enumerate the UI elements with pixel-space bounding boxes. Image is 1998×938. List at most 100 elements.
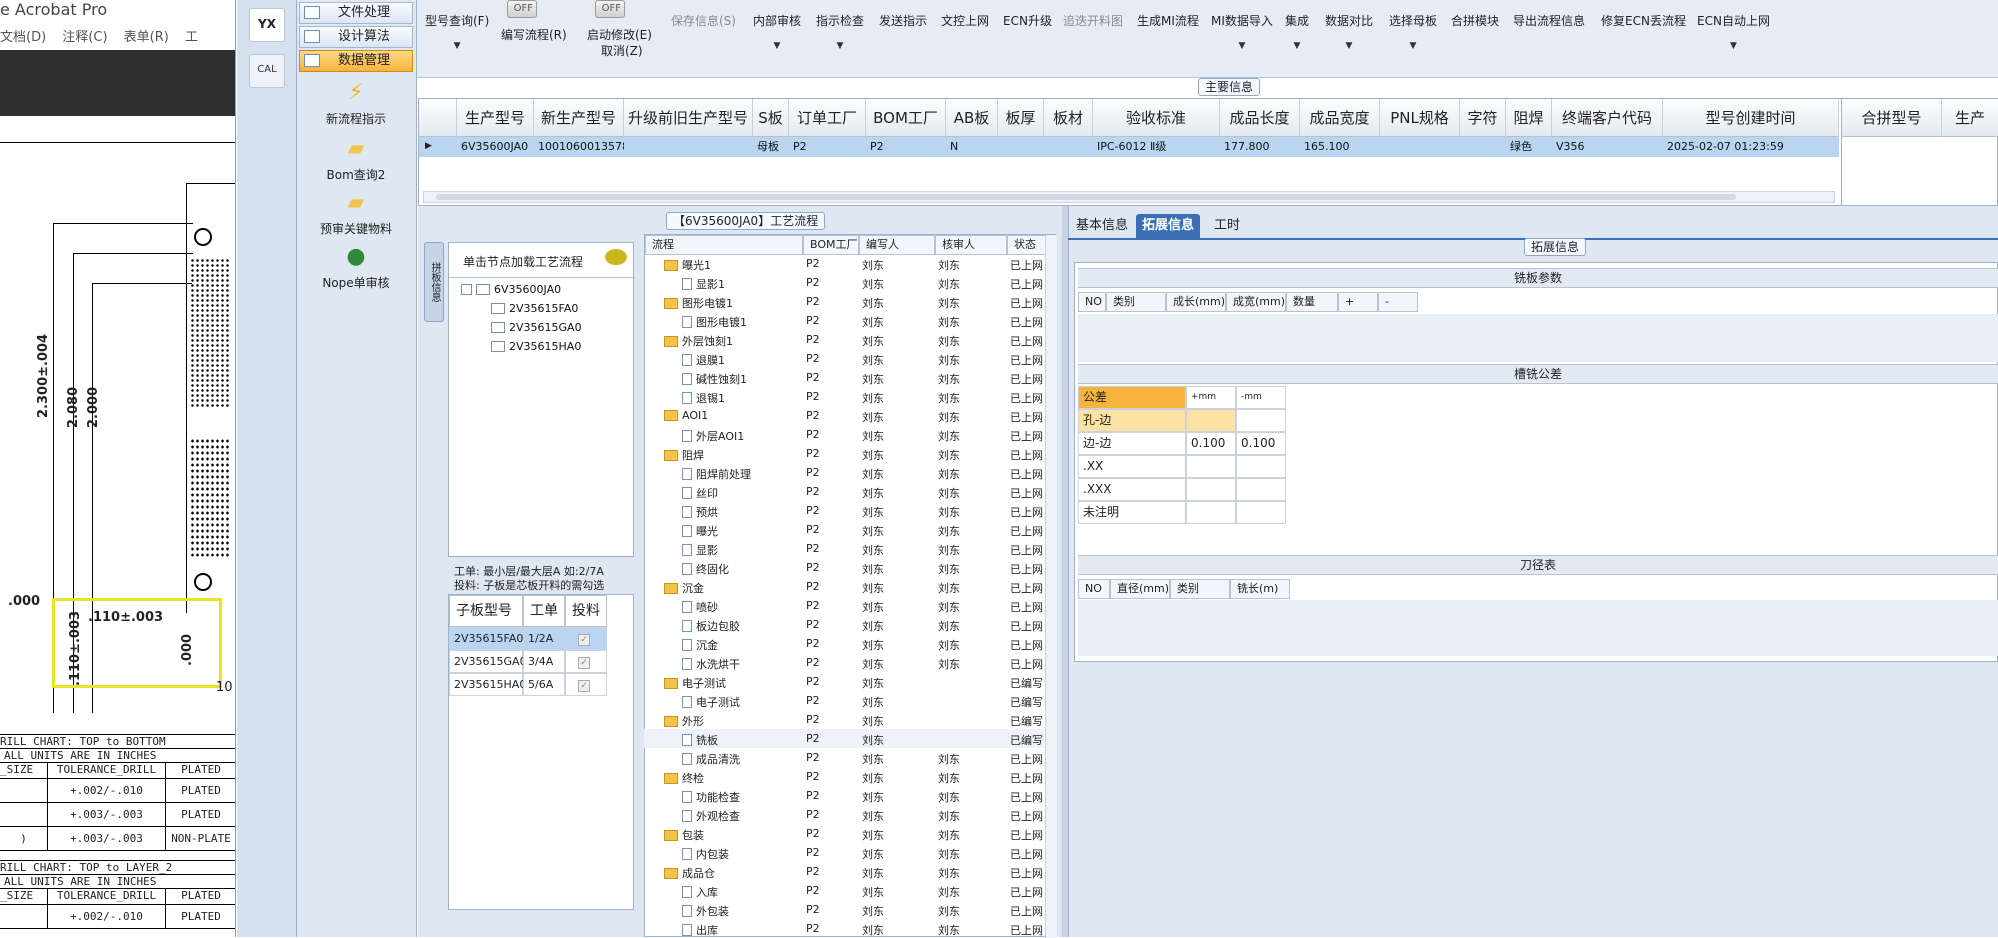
tolerance-cell[interactable] — [1186, 409, 1236, 432]
merge-module-button[interactable]: 合拼模块 — [1451, 12, 1499, 29]
work-order-cell[interactable]: 5/6A — [523, 673, 565, 696]
flow-row[interactable]: 曝光 P2 刘东 刘东 已上网 — [644, 520, 1044, 539]
flow-row[interactable]: 沉金 P2 刘东 刘东 已上网 — [644, 634, 1044, 653]
column-header[interactable]: BOM工厂 — [866, 99, 946, 137]
save-info-button[interactable]: 保存信息(S) — [671, 12, 736, 29]
flow-row[interactable]: 铣板 P2 刘东 已编写 — [644, 729, 1044, 748]
mill-column-header[interactable]: 类别 — [1106, 292, 1166, 312]
tree-child[interactable]: 2V35615FA0 — [491, 302, 578, 315]
export-flow-button[interactable]: 导出流程信息 — [1513, 12, 1585, 29]
tolerance-header[interactable]: -mm — [1236, 386, 1286, 409]
tree-child[interactable]: 2V35615HA0 — [491, 340, 581, 353]
flow-row[interactable]: 内包装 P2 刘东 刘东 已上网 — [644, 843, 1044, 862]
flow-row[interactable]: 水洗烘干 P2 刘东 刘东 已上网 — [644, 653, 1044, 672]
flow-row[interactable]: 预烘 P2 刘东 刘东 已上网 — [644, 501, 1044, 520]
column-header[interactable]: 终端客户代码 — [1552, 99, 1663, 137]
tolerance-cell[interactable] — [1236, 455, 1286, 478]
mill-column-header[interactable]: NO — [1078, 292, 1106, 312]
sub-model-cell[interactable]: 2V35615GA0 — [449, 650, 527, 673]
tolerance-cell[interactable] — [1236, 501, 1286, 524]
flow-row[interactable]: 电子测试 P2 刘东 已编写 — [644, 691, 1044, 710]
generate-mi-flow-button[interactable]: 生成MI流程 — [1137, 12, 1199, 29]
toggle-switch[interactable]: OFF — [507, 0, 537, 18]
flow-row[interactable]: 沉金 P2 刘东 刘东 已上网 — [644, 577, 1044, 596]
flow-row[interactable]: 图形电镀1 P2 刘东 刘东 已上网 — [644, 292, 1044, 311]
ecn-auto-online-button[interactable]: ECN自动上网 ▼ — [1697, 12, 1770, 51]
flow-row[interactable]: 包装 P2 刘东 刘东 已上网 — [644, 824, 1044, 843]
production-header[interactable]: 生产 — [1942, 99, 1998, 137]
column-header[interactable]: 升级前旧生产型号 — [624, 99, 753, 137]
flow-row[interactable]: 外形 P2 刘东 已编写 — [644, 710, 1044, 729]
tolerance-cell[interactable] — [1186, 478, 1236, 501]
internal-review-button[interactable]: 内部审核 ▼ — [753, 12, 801, 51]
mill-column-header[interactable]: 成长(mm) — [1166, 292, 1226, 312]
nav-file-processing[interactable]: 文件处理 — [299, 2, 413, 24]
tab-work-hours[interactable]: 工时 — [1208, 214, 1246, 238]
work-order-cell[interactable]: 3/4A — [523, 650, 565, 673]
tool-column-header[interactable]: NO — [1078, 579, 1110, 599]
select-motherboard-button[interactable]: 选择母板 ▼ — [1389, 12, 1437, 51]
cut-drawing-button[interactable]: 追迭开料图 — [1063, 12, 1123, 29]
tool-column-header[interactable]: 直径(mm) — [1110, 579, 1170, 599]
tolerance-cell[interactable]: 0.100 — [1186, 432, 1236, 455]
flow-row[interactable]: 出库 P2 刘东 刘东 已上网 — [644, 919, 1044, 938]
mill-column-header[interactable]: + — [1338, 292, 1378, 312]
reviewer-header[interactable]: 核审人 — [935, 235, 1007, 255]
doc-online-button[interactable]: 文控上网 — [941, 12, 989, 29]
flow-row[interactable]: 终检 P2 刘东 刘东 已上网 — [644, 767, 1044, 786]
writer-header[interactable]: 编写人 — [859, 235, 935, 255]
flow-header[interactable]: 流程 — [645, 235, 803, 255]
nav-design-algorithm[interactable]: 设计算法 — [299, 26, 413, 48]
flow-row[interactable]: 成品仓 P2 刘东 刘东 已上网 — [644, 862, 1044, 881]
flow-row[interactable]: 功能检查 P2 刘东 刘东 已上网 — [644, 786, 1044, 805]
data-compare-button[interactable]: 数据对比 ▼ — [1325, 12, 1373, 51]
tool-column-header[interactable]: 类别 — [1170, 579, 1230, 599]
column-header[interactable]: 成品长度 — [1220, 99, 1300, 137]
mill-column-header[interactable]: 成宽(mm) — [1226, 292, 1286, 312]
flow-row[interactable]: 入库 P2 刘东 刘东 已上网 — [644, 881, 1044, 900]
flow-row[interactable]: 喷砂 P2 刘东 刘东 已上网 — [644, 596, 1044, 615]
tolerance-cell[interactable] — [1236, 409, 1286, 432]
sub-model-cell[interactable]: 2V35615HA0 — [449, 673, 526, 696]
fix-ecn-flow-button[interactable]: 修复ECN丢流程 — [1601, 12, 1686, 29]
menu-document[interactable]: 文档(D) — [0, 30, 46, 45]
work-order-header[interactable]: 工单 — [523, 595, 565, 627]
mill-column-header[interactable]: 数量 — [1286, 292, 1338, 312]
flow-row[interactable]: 碱性蚀刻1 P2 刘东 刘东 已上网 — [644, 368, 1044, 387]
column-header[interactable]: 订单工厂 — [789, 99, 866, 137]
checkbox[interactable]: ✓ — [578, 634, 590, 646]
flow-row[interactable]: 外观检查 P2 刘东 刘东 已上网 — [644, 805, 1044, 824]
column-header[interactable]: 成品宽度 — [1300, 99, 1380, 137]
column-header[interactable]: 生产型号 — [457, 99, 534, 137]
bom-header[interactable]: BOM工厂 — [803, 235, 859, 255]
yx-app-icon[interactable]: YX — [249, 8, 285, 42]
toggle-switch[interactable]: OFF — [595, 0, 625, 18]
work-order-cell[interactable]: 1/2A — [523, 627, 565, 650]
tolerance-cell[interactable] — [1186, 501, 1236, 524]
flow-row[interactable]: 丝印 P2 刘东 刘东 已上网 — [644, 482, 1044, 501]
tolerance-cell[interactable] — [1236, 478, 1286, 501]
flow-row[interactable]: 外包装 P2 刘东 刘东 已上网 — [644, 900, 1044, 919]
cancel-button[interactable]: 取消(Z) — [601, 42, 643, 59]
column-header[interactable]: 阻焊 — [1506, 99, 1552, 137]
flow-row[interactable]: 成品清洗 P2 刘东 刘东 已上网 — [644, 748, 1044, 767]
tree-child[interactable]: 2V35615GA0 — [491, 321, 582, 334]
tolerance-cell[interactable] — [1186, 455, 1236, 478]
mi-data-import-button[interactable]: MI数据导入 ▼ — [1211, 12, 1273, 51]
tool-column-header[interactable]: 铣长(m) — [1230, 579, 1290, 599]
tolerance-header[interactable]: +mm — [1186, 386, 1236, 409]
side-tab[interactable]: 拼板信息 — [424, 242, 444, 322]
column-header[interactable]: 型号创建时间 — [1663, 99, 1839, 137]
tool-preview-material[interactable]: ▰ 预审关键物料 — [299, 190, 413, 237]
flow-row[interactable]: 阻焊 P2 刘东 刘东 已上网 — [644, 444, 1044, 463]
vertical-scrollbar[interactable] — [1045, 235, 1057, 938]
integration-button[interactable]: 集成 ▼ — [1285, 12, 1309, 51]
instruction-check-button[interactable]: 指示检查 ▼ — [816, 12, 864, 51]
menu-form[interactable]: 表单(R) — [124, 30, 169, 45]
column-header[interactable]: PNL规格 — [1380, 99, 1460, 137]
merge-model-header[interactable]: 合拼型号 — [1842, 99, 1942, 137]
flow-row[interactable]: 外层蚀刻1 P2 刘东 刘东 已上网 — [644, 330, 1044, 349]
checkbox[interactable]: ✓ — [578, 680, 590, 692]
calculator-icon[interactable]: CAL — [249, 54, 285, 88]
column-header[interactable]: 板厚 — [998, 99, 1044, 137]
